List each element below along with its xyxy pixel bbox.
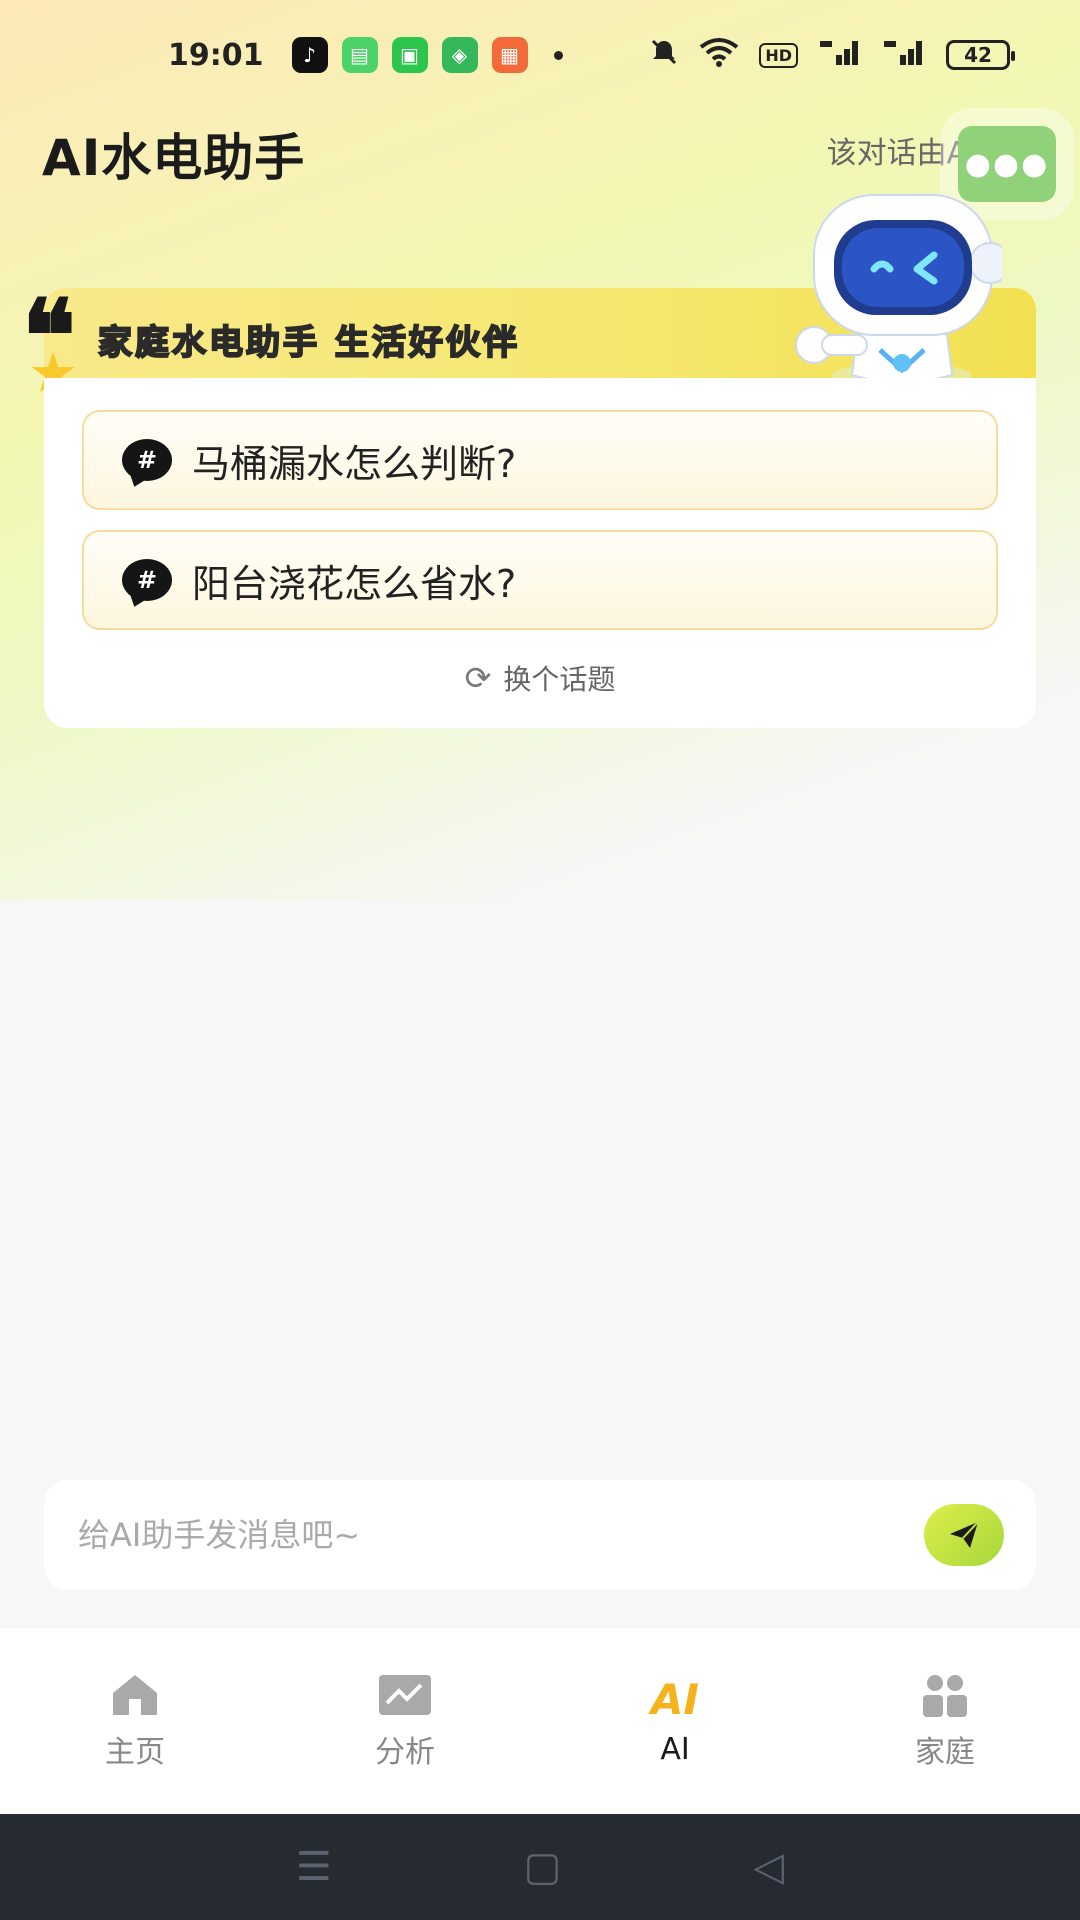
home-square-icon[interactable]: ▢ <box>524 1844 562 1890</box>
change-topic-label: 换个话题 <box>503 663 616 696</box>
chart-icon <box>377 1671 433 1719</box>
mute-icon <box>649 37 679 74</box>
tab-ai[interactable]: AI AI <box>540 1628 810 1814</box>
banner-slogan: 家庭水电助手 生活好伙伴 <box>97 322 520 364</box>
more-notifications-dot <box>553 50 563 60</box>
topic-label: 马桶漏水怎么判断? <box>192 441 517 486</box>
topic-suggestion[interactable]: # 阳台浇花怎么省水? <box>82 530 998 630</box>
topic-hash-icon: # <box>122 439 172 481</box>
ellipsis-icon: ●●● <box>964 146 1050 182</box>
wifi-icon <box>699 37 739 74</box>
topic-suggestion[interactable]: # 马桶漏水怎么判断? <box>82 410 998 510</box>
send-button[interactable] <box>924 1504 1004 1566</box>
tiktok-icon: ♪ <box>291 37 328 73</box>
tab-analysis[interactable]: 分析 <box>270 1628 540 1814</box>
battery-icon: 42 <box>946 40 1015 70</box>
chat-input-bar <box>44 1480 1036 1590</box>
tab-home[interactable]: 主页 <box>0 1628 270 1814</box>
robot-mascot-icon <box>795 194 1002 387</box>
topic-hash-icon: # <box>122 559 172 601</box>
page-title: AI水电助手 <box>42 129 306 187</box>
signal-icon <box>818 37 862 74</box>
change-topic-button[interactable]: ⟳ 换个话题 <box>44 658 1036 698</box>
topic-label: 阳台浇花怎么省水? <box>192 561 517 606</box>
tab-label: 家庭 <box>915 1735 975 1770</box>
message-icon: ▤ <box>341 37 378 73</box>
refresh-icon: ⟳ <box>464 659 492 697</box>
app-grid-icon: ▦ <box>491 37 528 73</box>
home-icon <box>107 1671 163 1719</box>
tab-family[interactable]: 家庭 <box>810 1628 1080 1814</box>
family-icon <box>917 1671 973 1719</box>
topic-card: # 马桶漏水怎么判断? # 阳台浇花怎么省水? ⟳ 换个话题 <box>44 378 1036 728</box>
system-navigation-bar: ☰ ▢ ◁ <box>0 1814 1080 1920</box>
tab-label: 分析 <box>375 1735 435 1770</box>
lock-app-icon: ▣ <box>391 37 428 73</box>
chat-input[interactable] <box>78 1516 924 1554</box>
back-triangle-icon[interactable]: ◁ <box>753 1844 784 1890</box>
menu-icon[interactable]: ☰ <box>296 1844 332 1890</box>
tab-label: AI <box>660 1731 690 1767</box>
bottom-tab-bar: 主页 分析 AI AI 家庭 <box>0 1628 1080 1814</box>
hd-icon: HD <box>759 42 798 68</box>
tab-label: 主页 <box>105 1735 165 1770</box>
notification-icons: ♪ ▤ ▣ ◈ ▦ <box>291 37 528 73</box>
status-time: 19:01 <box>168 37 264 73</box>
system-status-icons: HD 42 <box>649 37 1015 74</box>
battery-level: 42 <box>964 43 992 67</box>
ai-icon: AI <box>650 1675 700 1724</box>
send-icon <box>950 1521 979 1548</box>
shield-icon: ◈ <box>441 37 478 73</box>
status-bar: 19:01 ♪ ▤ ▣ ◈ ▦ HD 42 <box>0 0 1080 110</box>
signal-icon-2 <box>882 37 926 74</box>
